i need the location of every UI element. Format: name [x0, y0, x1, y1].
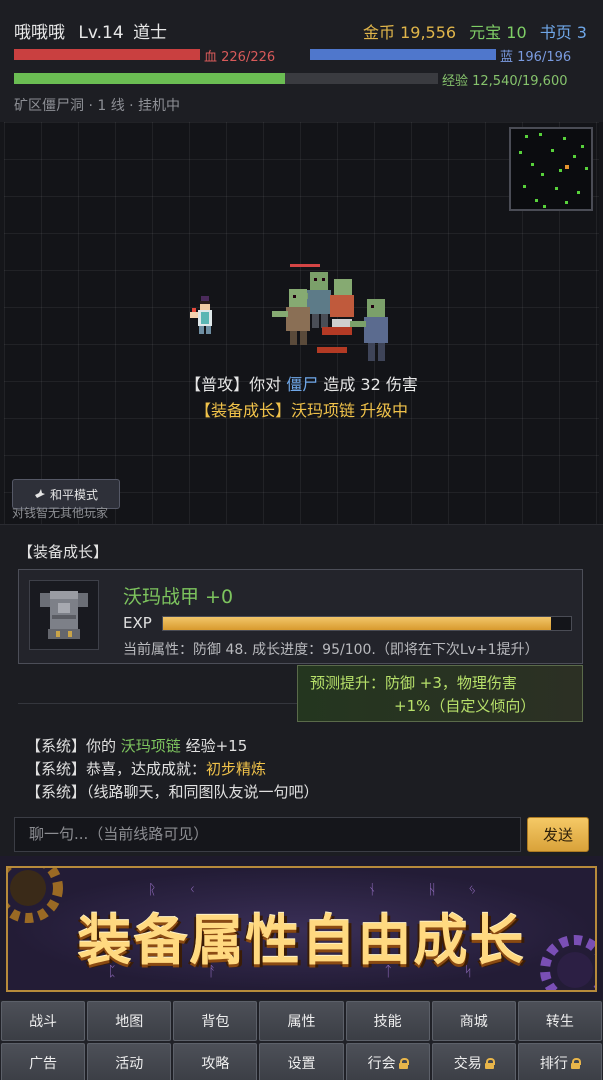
nav-button-label: 技能 — [373, 1014, 402, 1030]
log-highlight: 初步精炼 — [206, 760, 267, 778]
xp-bar — [14, 73, 438, 84]
player-class: 道士 — [133, 23, 168, 43]
bottom-nav: 战斗 地图 背包 属性 技能 商城 转生广告 活动 攻略 设置 行会 交易 排行 — [0, 1000, 603, 1080]
nav-button-row2-5[interactable]: 交易 — [431, 1043, 516, 1080]
mp-fill — [310, 49, 496, 60]
lock-icon — [484, 1058, 495, 1069]
xp-text: 经验 12,540/19,600 — [442, 74, 568, 89]
nav-button-label: 广告 — [29, 1056, 58, 1072]
xp-fill — [14, 73, 286, 84]
predict-box: 预测提升：防御 +3，物理伤害 +1%（自定义倾向） — [297, 665, 583, 722]
nav-button-row1-0[interactable]: 战斗 — [1, 1001, 86, 1041]
location-status: 矿区僵尸洞 · 1 线 · 挂机中 — [14, 98, 181, 114]
lock-icon — [398, 1058, 409, 1069]
log-line: 【系统】恭喜，达成成就：初步精炼 — [26, 758, 319, 781]
battle-log-equip: 【装备成长】沃玛项链 升级中 — [194, 401, 409, 420]
nav-button-label: 设置 — [287, 1056, 316, 1072]
lock-icon — [570, 1058, 581, 1069]
log-line: 【系统】你的 沃玛项链 经验+15 — [26, 735, 319, 758]
divider — [18, 703, 297, 704]
nav-button-row2-0[interactable]: 广告 — [1, 1043, 86, 1080]
log-line: 【系统】（线路聊天，和同图队友说一句吧） — [26, 781, 319, 804]
equipment-exp-bar — [162, 616, 572, 631]
nav-button-row2-1[interactable]: 活动 — [87, 1043, 172, 1080]
nav-grid: 战斗 地图 背包 属性 技能 商城 转生广告 活动 攻略 设置 行会 交易 排行 — [0, 1000, 603, 1080]
hp-bar — [14, 49, 200, 60]
predict-label: 预测提升： — [310, 674, 386, 692]
nav-button-label: 攻略 — [201, 1056, 230, 1072]
panel-title: 【装备成长】 — [18, 543, 109, 561]
nav-button-label: 交易 — [453, 1056, 482, 1072]
exp-label: EXP — [123, 614, 152, 632]
top-hud: 哦哦哦 Lv.14 道士 金币 19,556 元宝 10 书页 3 血 226/… — [0, 0, 603, 122]
hp-text: 血 226/226 — [204, 50, 276, 65]
nav-button-label: 活动 — [115, 1056, 144, 1072]
nav-button-label: 排行 — [539, 1056, 568, 1072]
log-suffix: 经验+15 — [185, 737, 248, 755]
equipment-description: 当前属性：防御 48. 成长进度：95/100.（即将在下次Lv+1提升） — [123, 642, 539, 658]
equipment-card[interactable]: 沃玛战甲 +0 EXP 当前属性：防御 48. 成长进度：95/100.（即将在… — [18, 569, 583, 664]
nav-button-row1-6[interactable]: 转生 — [517, 1001, 602, 1041]
nav-button-row2-2[interactable]: 攻略 — [173, 1043, 258, 1080]
attack-prefix: 【普攻】你对 — [185, 375, 282, 394]
mp-text: 蓝 196/196 — [500, 50, 572, 65]
banner-title: 装备属性自由成长 — [77, 909, 526, 972]
gold-count: 金币 19,556 — [363, 23, 457, 42]
log-highlight: 沃玛项链 — [120, 737, 181, 755]
send-button[interactable]: 发送 — [527, 817, 589, 852]
book-count: 书页 3 — [539, 23, 587, 42]
chat-input[interactable]: 聊一句...（当前线路可见） — [14, 817, 521, 852]
mp-bar — [310, 49, 496, 60]
equipment-name: 沃玛战甲 +0 — [123, 586, 234, 608]
peace-mode-label: 和平模式 — [49, 487, 98, 502]
nav-button-label: 地图 — [115, 1014, 144, 1030]
nav-button-label: 背包 — [201, 1014, 230, 1030]
nav-button-row1-1[interactable]: 地图 — [87, 1001, 172, 1041]
nav-button-label: 战斗 — [29, 1014, 58, 1030]
equipment-exp-fill — [163, 617, 551, 630]
attack-target: 僵尸 — [286, 375, 319, 394]
dove-icon — [34, 489, 45, 498]
armor-icon — [29, 580, 99, 650]
system-log: 【系统】你的 沃玛项链 经验+15 【系统】恭喜，达成成就：初步精炼 【系统】（… — [26, 735, 319, 804]
log-prefix: 【系统】你的 — [26, 737, 117, 755]
minimap[interactable] — [509, 127, 593, 211]
attack-suffix: 造成 32 伤害 — [323, 375, 418, 394]
nav-button-row1-2[interactable]: 背包 — [173, 1001, 258, 1041]
predict-value-1: 防御 +3，物理伤害 — [385, 674, 517, 692]
promo-banner: ᚱ ᚲ ᚾ ᚺ ᛃ ᛈ ᚨ ᛏ ᛋ 装备属性自由成长 — [0, 856, 603, 1000]
log-prefix: 【系统】恭喜，达成成就： — [26, 760, 207, 778]
minimap-player-marker — [565, 165, 569, 169]
nav-button-row1-4[interactable]: 技能 — [345, 1001, 430, 1041]
currency-bar: 金币 19,556 元宝 10 书页 3 — [363, 19, 587, 43]
nav-button-row1-3[interactable]: 属性 — [259, 1001, 344, 1041]
nav-button-label: 转生 — [545, 1014, 574, 1030]
player-info: 哦哦哦 Lv.14 道士 — [14, 18, 167, 43]
log-prefix: 【系统】（线路聊天，和同图队友说一句吧） — [26, 783, 319, 801]
player-sprite — [190, 296, 212, 334]
yuanbao-count: 元宝 10 — [469, 23, 527, 42]
player-level: Lv.14 — [78, 23, 124, 43]
predict-value-2: +1%（自定义倾向） — [394, 697, 536, 715]
battle-log-attack: 【普攻】你对 僵尸 造成 32 伤害 — [4, 371, 599, 395]
hp-fill — [14, 49, 200, 60]
nav-button-label: 行会 — [367, 1056, 396, 1072]
nav-button-row2-3[interactable]: 设置 — [259, 1043, 344, 1080]
nav-button-label: 商城 — [459, 1014, 488, 1030]
nav-button-row1-5[interactable]: 商城 — [431, 1001, 516, 1041]
battle-field[interactable]: 【普攻】你对 僵尸 造成 32 伤害 【装备成长】沃玛项链 升级中 和平模式 对… — [4, 122, 599, 524]
peace-mode-subtext: 对钱智无其他玩家 — [12, 506, 109, 520]
nav-button-row2-6[interactable]: 排行 — [517, 1043, 602, 1080]
player-name: 哦哦哦 — [14, 23, 65, 43]
equipment-growth-panel: 【装备成长】 沃玛战甲 +0 EXP 当前属性：防御 48. 成长进度：95/1… — [0, 524, 603, 856]
nav-button-label: 属性 — [287, 1014, 316, 1030]
nav-button-row2-4[interactable]: 行会 — [345, 1043, 430, 1080]
zombie-group-sprite[interactable] — [272, 267, 402, 377]
